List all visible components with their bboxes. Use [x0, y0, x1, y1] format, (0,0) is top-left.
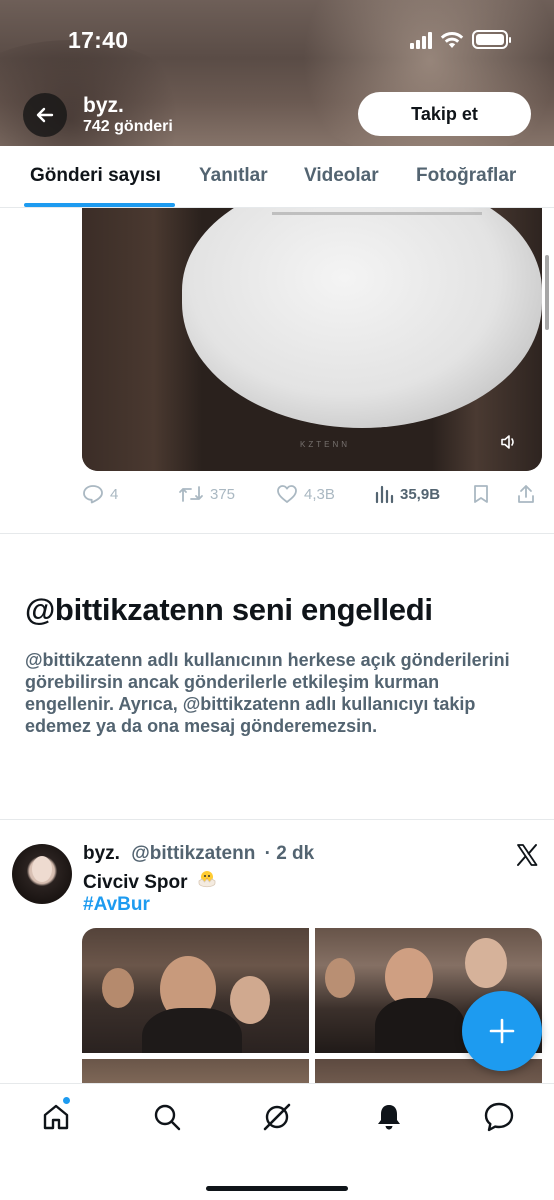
battery-icon: [472, 30, 511, 49]
post-author-handle[interactable]: @bittikzatenn: [131, 843, 255, 864]
post-actions: 4 375 4,3B 35,9B: [82, 484, 542, 506]
like-action[interactable]: 4,3B: [276, 484, 335, 504]
photo-subject: [375, 998, 465, 1053]
tab-posts[interactable]: Gönderi sayısı: [30, 165, 161, 187]
photo-subject: [142, 1008, 242, 1053]
post-author-name[interactable]: byz.: [83, 843, 120, 864]
profile-header: 17:40 byz. 742 gönderi Takip et: [0, 0, 554, 146]
profile-name: byz.: [83, 94, 124, 117]
views-icon: [375, 485, 394, 504]
compose-button[interactable]: [462, 991, 542, 1071]
bell-icon: [378, 1105, 400, 1130]
repost-count: 375: [210, 485, 236, 503]
views-count: 35,9B: [400, 485, 441, 503]
video-watermark: KZTENN: [300, 440, 350, 449]
status-time: 17:40: [68, 27, 129, 53]
mute-icon[interactable]: [500, 434, 518, 450]
photo-subject: [230, 976, 270, 1024]
photo-subject: [325, 958, 355, 998]
divider: [0, 819, 554, 820]
reply-count: 4: [110, 485, 119, 503]
reply-action[interactable]: 4: [82, 484, 118, 504]
heart-icon: [277, 485, 297, 503]
nav-search[interactable]: [150, 1100, 184, 1134]
tab-photos[interactable]: Fotoğraflar: [416, 165, 516, 187]
home-indicator[interactable]: [206, 1186, 348, 1191]
home-notification-dot: [62, 1096, 71, 1105]
grok-icon: [263, 1103, 291, 1131]
home-icon: [43, 1104, 69, 1130]
divider: [0, 533, 554, 534]
wifi-icon: [440, 31, 464, 48]
bottom-nav: [0, 1083, 554, 1200]
profile-tabs: Gönderi sayısı Yanıtlar Videolar Fotoğra…: [0, 146, 554, 208]
nav-notifications[interactable]: [372, 1100, 406, 1134]
nav-messages[interactable]: [482, 1100, 516, 1134]
like-count: 4,3B: [304, 485, 335, 503]
photo-subject: [465, 938, 507, 988]
blocked-title: @bittikzatenn seni engelledi: [25, 592, 433, 627]
follow-button[interactable]: Takip et: [358, 92, 531, 136]
hatching-chick-icon: [198, 871, 216, 888]
signal-icon: [410, 31, 432, 49]
bookmark-action[interactable]: [472, 484, 490, 504]
views-action[interactable]: 35,9B: [374, 484, 440, 504]
post-photo[interactable]: [82, 928, 309, 1053]
share-icon: [518, 485, 534, 503]
nav-home[interactable]: [39, 1100, 73, 1134]
repost-action[interactable]: 375: [178, 484, 235, 504]
post-text-content: Civciv Spor: [83, 872, 188, 893]
avatar-face: [32, 856, 52, 882]
arrow-left-icon: [36, 107, 54, 123]
photo-subject: [102, 968, 134, 1008]
tab-replies[interactable]: Yanıtlar: [199, 165, 268, 187]
plus-icon: [489, 1018, 515, 1044]
post-time: · 2 dk: [264, 843, 315, 864]
blocked-description: @bittikzatenn adlı kullanıcının herkese …: [25, 650, 510, 736]
video-frame-left: [82, 208, 202, 471]
messages-icon: [484, 1102, 514, 1132]
post-header: byz. @bittikzatenn · 2 dk: [83, 843, 314, 865]
post-video[interactable]: KZTENN: [82, 208, 542, 471]
post-text: Civciv Spor: [83, 869, 218, 894]
video-frame-detail: [272, 212, 482, 215]
scrollbar[interactable]: [545, 255, 549, 330]
back-button[interactable]: [23, 93, 67, 137]
x-logo-icon: [517, 844, 538, 866]
repost-icon: [179, 486, 203, 502]
status-icons: [410, 30, 511, 49]
avatar[interactable]: [12, 844, 72, 904]
reply-icon: [83, 485, 103, 504]
active-tab-indicator: [24, 203, 175, 207]
nav-grok[interactable]: [260, 1100, 294, 1134]
search-icon: [154, 1104, 181, 1131]
post-hashtag[interactable]: #AvBur: [83, 894, 150, 916]
bookmark-icon: [474, 485, 488, 503]
share-action[interactable]: [516, 484, 536, 504]
post-count: 742 gönderi: [83, 118, 173, 135]
tab-videos[interactable]: Videolar: [304, 165, 379, 187]
